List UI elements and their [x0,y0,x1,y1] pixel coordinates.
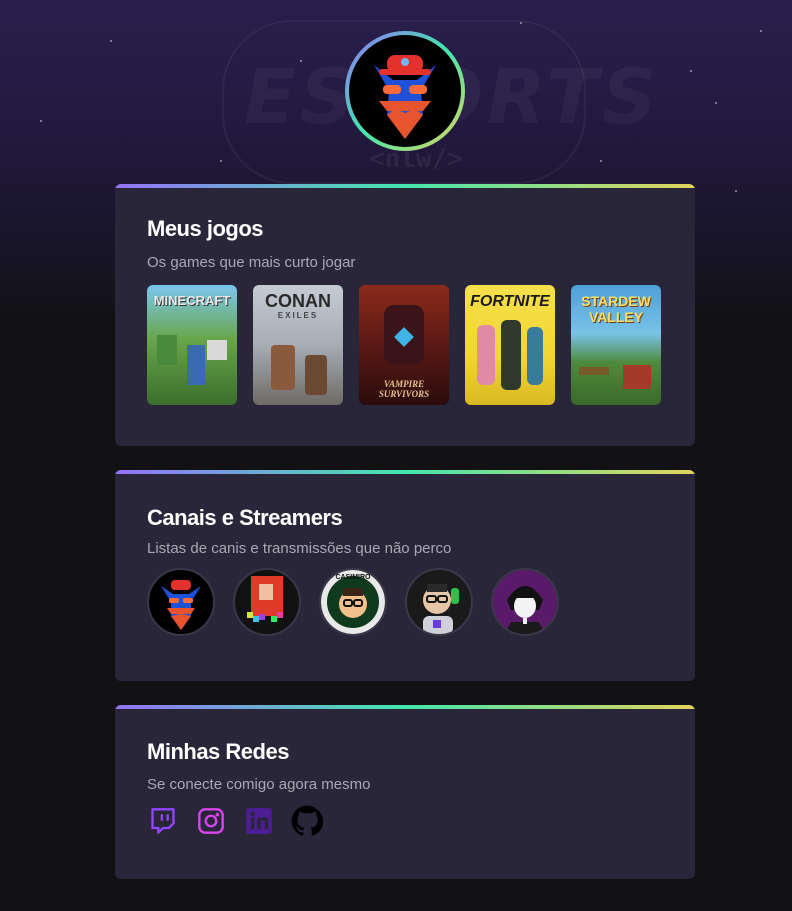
game-card-conan-exiles[interactable]: CONAN EXILES [253,285,343,405]
streamers-list: CASIMIRO [147,568,559,636]
github-icon[interactable] [291,805,323,837]
game-title: STARDEW VALLEY [581,293,651,325]
games-card: Meus jogos Os games que mais curto jogar… [115,184,695,446]
linkedin-icon[interactable] [243,805,275,837]
socials-title: Minhas Redes [147,739,289,764]
twitch-icon[interactable] [147,805,179,837]
fox-gamer-avatar [349,35,461,147]
game-subtitle: EXILES [277,311,319,320]
streamers-title: Canais e Streamers [147,505,343,530]
game-title: MINECRAFT [153,293,231,308]
socials-card: Minhas Redes Se conecte comigo agora mes… [115,705,695,879]
streamer-anime-avatar[interactable] [491,568,559,636]
game-card-stardew-valley[interactable]: STARDEW VALLEY [571,285,661,405]
socials-list [147,805,323,837]
game-title: VAMPIRE SURVIVORS [378,379,430,399]
game-card-fortnite[interactable]: FORTNITE [465,285,555,405]
games-title: Meus jogos [147,216,264,241]
streamer-casimiro[interactable]: CASIMIRO [319,568,387,636]
games-list: MINECRAFT CONAN EXILES VAMPIRE SURVIVORS… [147,285,661,405]
socials-subtitle: Se conecte comigo agora mesmo [147,776,371,793]
game-title: CONAN [265,291,331,311]
streamers-card: Canais e Streamers Listas de canis e tra… [115,470,695,681]
games-subtitle: Os games que mais curto jogar [147,254,356,271]
instagram-icon[interactable] [195,805,227,837]
streamer-headset-avatar[interactable] [405,568,473,636]
streamer-name: CASIMIRO [335,574,371,581]
profile-avatar-ring [345,31,465,151]
game-title: FORTNITE [470,293,550,310]
streamer-fox-avatar[interactable] [147,568,215,636]
game-card-minecraft[interactable]: MINECRAFT [147,285,237,405]
streamers-subtitle: Listas de canis e transmissões que não p… [147,540,452,557]
game-card-vampire-survivors[interactable]: VAMPIRE SURVIVORS [359,285,449,405]
streamer-pixel-avatar[interactable] [233,568,301,636]
